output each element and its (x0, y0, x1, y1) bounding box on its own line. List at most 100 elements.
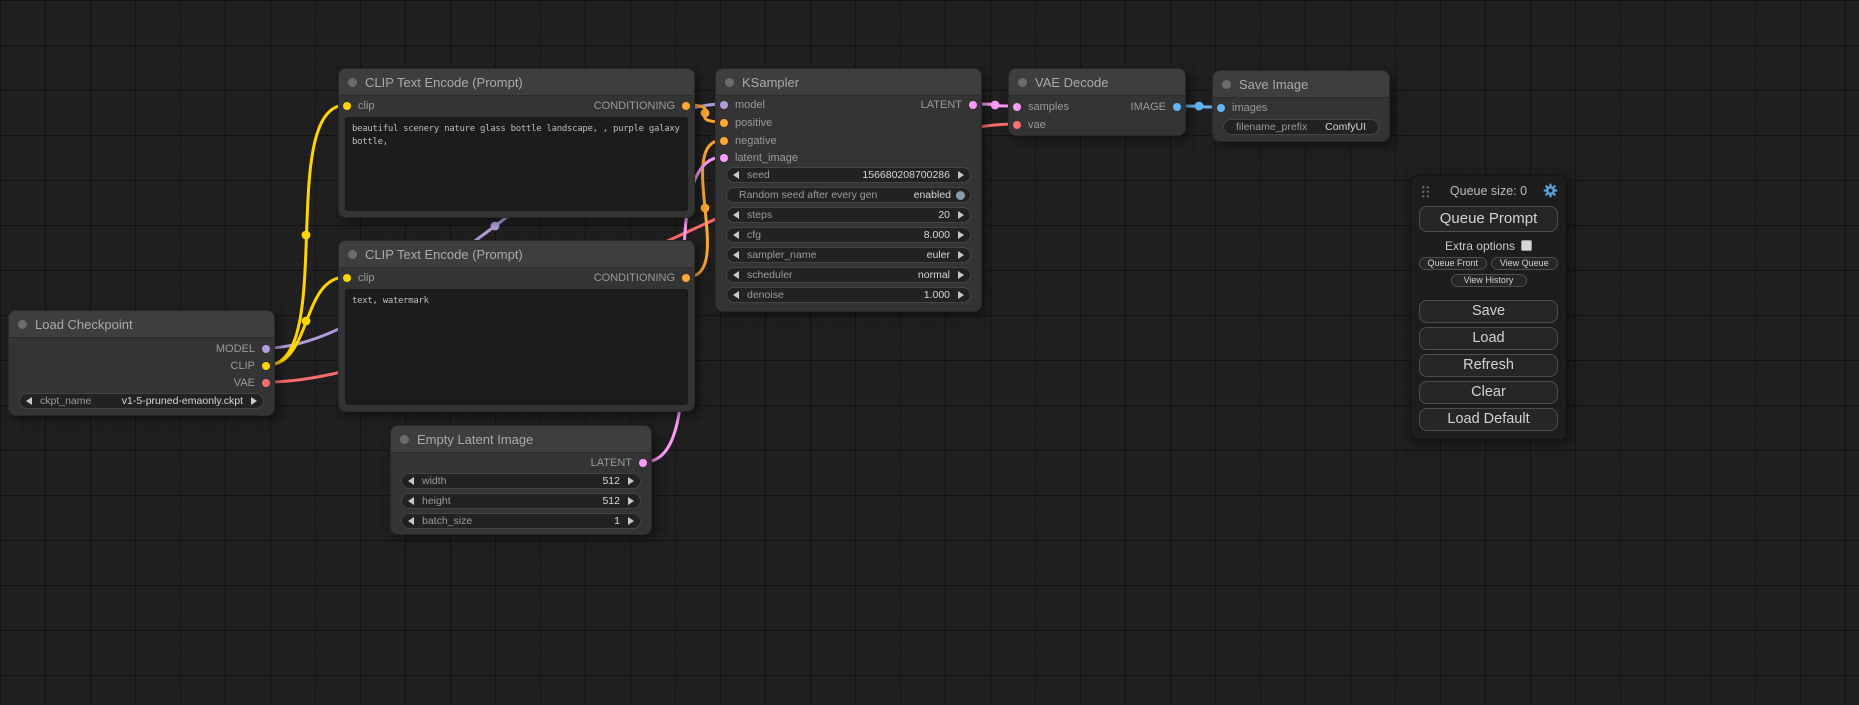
node-clip-text-encode-positive[interactable]: CLIP Text Encode (Prompt) clip CONDITION… (338, 68, 695, 218)
decrement-arrow-icon[interactable] (408, 477, 414, 485)
queue-front-button[interactable]: Queue Front (1419, 257, 1487, 270)
decrement-arrow-icon[interactable] (733, 171, 739, 179)
node-title-bar[interactable]: CLIP Text Encode (Prompt) (339, 69, 694, 96)
slot-label: negative (735, 135, 777, 147)
seed-widget[interactable]: seed 156680208700286 (726, 167, 971, 183)
collapse-dot-icon[interactable] (18, 320, 27, 329)
input-port-clip[interactable] (343, 102, 351, 110)
view-history-button[interactable]: View History (1451, 274, 1527, 287)
collapse-dot-icon[interactable] (725, 78, 734, 87)
output-port-latent[interactable] (639, 459, 647, 467)
widget-name: batch_size (422, 515, 472, 527)
drag-handle-icon[interactable] (1421, 185, 1430, 198)
input-port-latent-image[interactable] (720, 154, 728, 162)
input-slot-vae: vae (1013, 117, 1046, 133)
queue-size-label: Queue size: 0 (1450, 184, 1527, 198)
input-slot-images: images (1217, 100, 1267, 116)
decrement-arrow-icon[interactable] (408, 517, 414, 525)
increment-arrow-icon[interactable] (958, 231, 964, 239)
output-port-conditioning[interactable] (682, 274, 690, 282)
toggle-on-icon[interactable] (956, 191, 965, 200)
node-title-bar[interactable]: CLIP Text Encode (Prompt) (339, 241, 694, 268)
decrement-arrow-icon[interactable] (733, 291, 739, 299)
graph-canvas[interactable]: Load Checkpoint MODEL CLIP VAE ckpt_name… (0, 0, 1859, 705)
view-queue-button[interactable]: View Queue (1491, 257, 1559, 270)
node-title: Save Image (1239, 77, 1308, 92)
prompt-textarea[interactable]: text, watermark (345, 289, 688, 405)
node-load-checkpoint[interactable]: Load Checkpoint MODEL CLIP VAE ckpt_name… (8, 310, 275, 416)
input-port-images[interactable] (1217, 104, 1225, 112)
collapse-dot-icon[interactable] (400, 435, 409, 444)
queue-prompt-button[interactable]: Queue Prompt (1419, 206, 1558, 232)
batch-size-widget[interactable]: batch_size 1 (401, 513, 641, 529)
input-slot-model: model (720, 97, 765, 113)
sampler-name-widget[interactable]: sampler_name euler (726, 247, 971, 263)
increment-arrow-icon[interactable] (628, 477, 634, 485)
input-port-samples[interactable] (1013, 103, 1021, 111)
node-title-bar[interactable]: Load Checkpoint (9, 311, 274, 338)
scheduler-widget[interactable]: scheduler normal (726, 267, 971, 283)
node-ksampler[interactable]: KSampler model positive negative latent_… (715, 68, 982, 312)
increment-arrow-icon[interactable] (628, 497, 634, 505)
node-empty-latent-image[interactable]: Empty Latent Image LATENT width 512 heig… (390, 425, 652, 535)
settings-gear-icon[interactable] (1543, 183, 1558, 198)
increment-arrow-icon[interactable] (251, 397, 257, 405)
collapse-dot-icon[interactable] (1222, 80, 1231, 89)
node-title-bar[interactable]: VAE Decode (1009, 69, 1185, 96)
steps-widget[interactable]: steps 20 (726, 207, 971, 223)
input-port-model[interactable] (720, 101, 728, 109)
output-port-vae[interactable] (262, 379, 270, 387)
increment-arrow-icon[interactable] (958, 291, 964, 299)
decrement-arrow-icon[interactable] (733, 211, 739, 219)
increment-arrow-icon[interactable] (628, 517, 634, 525)
prompt-textarea[interactable]: beautiful scenery nature glass bottle la… (345, 117, 688, 211)
widget-value: ComfyUI (1325, 121, 1366, 133)
output-port-conditioning[interactable] (682, 102, 690, 110)
clear-button[interactable]: Clear (1419, 381, 1558, 404)
node-title: CLIP Text Encode (Prompt) (365, 75, 523, 90)
collapse-dot-icon[interactable] (1018, 78, 1027, 87)
collapse-dot-icon[interactable] (348, 78, 357, 87)
increment-arrow-icon[interactable] (958, 271, 964, 279)
increment-arrow-icon[interactable] (958, 171, 964, 179)
input-port-clip[interactable] (343, 274, 351, 282)
output-port-clip[interactable] (262, 362, 270, 370)
height-widget[interactable]: height 512 (401, 493, 641, 509)
extra-options-checkbox[interactable] (1521, 240, 1532, 251)
ckpt-name-widget[interactable]: ckpt_name v1-5-pruned-emaonly.ckpt (19, 393, 264, 409)
filename-prefix-widget[interactable]: filename_prefix ComfyUI (1223, 119, 1379, 135)
refresh-button[interactable]: Refresh (1419, 354, 1558, 377)
input-port-vae[interactable] (1013, 121, 1021, 129)
output-port-image[interactable] (1173, 103, 1181, 111)
decrement-arrow-icon[interactable] (26, 397, 32, 405)
node-save-image[interactable]: Save Image images filename_prefix ComfyU… (1212, 70, 1390, 142)
node-title-bar[interactable]: KSampler (716, 69, 981, 96)
increment-arrow-icon[interactable] (958, 211, 964, 219)
node-vae-decode[interactable]: VAE Decode samples vae IMAGE (1008, 68, 1186, 136)
save-button[interactable]: Save (1419, 300, 1558, 323)
decrement-arrow-icon[interactable] (733, 231, 739, 239)
load-button[interactable]: Load (1419, 327, 1558, 350)
node-title-bar[interactable]: Save Image (1213, 71, 1389, 98)
link-midpoint-dot (991, 101, 1000, 110)
load-default-button[interactable]: Load Default (1419, 408, 1558, 431)
output-port-latent[interactable] (969, 101, 977, 109)
widget-name: ckpt_name (40, 395, 91, 407)
denoise-widget[interactable]: denoise 1.000 (726, 287, 971, 303)
decrement-arrow-icon[interactable] (733, 271, 739, 279)
output-port-model[interactable] (262, 345, 270, 353)
increment-arrow-icon[interactable] (958, 251, 964, 259)
width-widget[interactable]: width 512 (401, 473, 641, 489)
widget-value: 20 (938, 209, 950, 221)
input-port-negative[interactable] (720, 137, 728, 145)
collapse-dot-icon[interactable] (348, 250, 357, 259)
random-seed-toggle-widget[interactable]: Random seed after every gen enabled (726, 187, 971, 203)
node-title-bar[interactable]: Empty Latent Image (391, 426, 651, 453)
widget-name: scheduler (747, 269, 793, 281)
cfg-widget[interactable]: cfg 8.000 (726, 227, 971, 243)
decrement-arrow-icon[interactable] (408, 497, 414, 505)
node-clip-text-encode-negative[interactable]: CLIP Text Encode (Prompt) clip CONDITION… (338, 240, 695, 412)
decrement-arrow-icon[interactable] (733, 251, 739, 259)
widget-name: denoise (747, 289, 784, 301)
input-port-positive[interactable] (720, 119, 728, 127)
